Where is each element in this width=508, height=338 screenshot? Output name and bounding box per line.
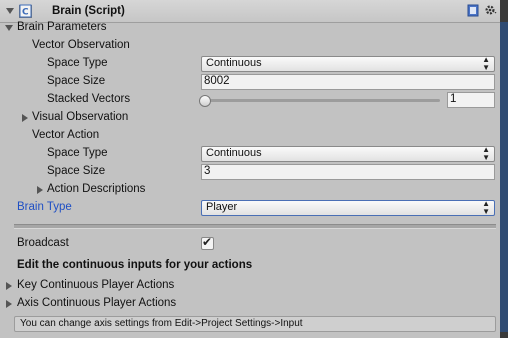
broadcast-row: Broadcast ✔ [0, 235, 500, 253]
expanded-arrow-icon[interactable] [5, 25, 13, 31]
collapsed-arrow-icon[interactable] [22, 114, 28, 122]
visual-observation-foldout[interactable]: Visual Observation [0, 109, 500, 127]
stacked-vectors-label: Stacked Vectors [47, 93, 131, 105]
axis-actions-foldout[interactable]: Axis Continuous Player Actions [0, 295, 500, 313]
action-space-type-row: Space Type Continuous ▲ ▼ [0, 145, 500, 163]
dropdown-arrows-icon: ▲ ▼ [482, 145, 490, 162]
observation-space-type-row: Space Type Continuous ▲ ▼ [0, 55, 500, 73]
scene-edge [500, 22, 508, 332]
observation-space-type-dropdown[interactable]: Continuous ▲ ▼ [201, 56, 495, 72]
gear-icon[interactable] [484, 3, 498, 20]
stacked-vectors-slider-track[interactable] [204, 99, 440, 102]
brain-inspector-panel: C Brain (Script) Brain Parameters Vector… [0, 0, 500, 338]
observation-space-size-row: Space Size 8002 [0, 73, 500, 91]
stacked-vectors-value: 1 [450, 93, 457, 105]
stacked-vectors-field[interactable]: 1 [447, 92, 495, 108]
key-actions-label: Key Continuous Player Actions [17, 279, 175, 291]
broadcast-checkbox[interactable]: ✔ [201, 235, 214, 250]
vector-observation-header: Vector Observation [0, 37, 500, 55]
brain-parameters-foldout[interactable]: Brain Parameters [0, 19, 500, 37]
vector-action-label: Vector Action [32, 129, 100, 141]
action-space-type-value: Continuous [206, 147, 262, 159]
observation-space-type-value: Continuous [206, 57, 262, 69]
visual-observation-label: Visual Observation [32, 111, 129, 123]
action-space-size-value: 3 [204, 165, 211, 177]
vector-action-header: Vector Action [0, 127, 500, 145]
action-space-type-label: Space Type [47, 147, 108, 159]
component-title: Brain (Script) [52, 5, 125, 17]
brain-type-label: Brain Type [17, 201, 72, 213]
broadcast-label: Broadcast [17, 237, 69, 249]
brain-parameters-label: Brain Parameters [17, 21, 107, 33]
observation-space-size-field[interactable]: 8002 [201, 74, 495, 90]
collapsed-arrow-icon[interactable] [6, 300, 12, 308]
stacked-vectors-row: Stacked Vectors 1 [0, 91, 500, 109]
section-divider [14, 224, 496, 229]
observation-space-size-value: 8002 [204, 75, 230, 87]
foldout-arrow-icon[interactable] [6, 8, 14, 14]
axis-settings-help-box: You can change axis settings from Edit->… [14, 316, 496, 332]
observation-space-size-label: Space Size [47, 75, 106, 87]
action-descriptions-label: Action Descriptions [47, 183, 146, 195]
svg-text:C: C [22, 8, 29, 18]
vector-observation-label: Vector Observation [32, 39, 130, 51]
book-icon[interactable] [467, 4, 479, 20]
continuous-inputs-heading-row: Edit the continuous inputs for your acti… [0, 257, 500, 275]
brain-type-row: Brain Type Player ▲ ▼ [0, 199, 500, 217]
action-descriptions-foldout[interactable]: Action Descriptions [0, 181, 500, 199]
collapsed-arrow-icon[interactable] [6, 282, 12, 290]
action-space-size-label: Space Size [47, 165, 106, 177]
stacked-vectors-slider-thumb[interactable] [199, 95, 211, 107]
help-text: You can change axis settings from Edit->… [20, 318, 303, 329]
collapsed-arrow-icon[interactable] [37, 186, 43, 194]
dropdown-arrows-icon: ▲ ▼ [482, 55, 490, 72]
observation-space-type-label: Space Type [47, 57, 108, 69]
action-space-size-field[interactable]: 3 [201, 164, 495, 180]
action-space-type-dropdown[interactable]: Continuous ▲ ▼ [201, 146, 495, 162]
key-actions-foldout[interactable]: Key Continuous Player Actions [0, 277, 500, 295]
checkmark-icon: ✔ [202, 235, 213, 249]
action-space-size-row: Space Size 3 [0, 163, 500, 181]
continuous-inputs-heading: Edit the continuous inputs for your acti… [17, 259, 253, 271]
brain-type-value: Player [206, 201, 238, 213]
brain-type-dropdown[interactable]: Player ▲ ▼ [201, 200, 495, 216]
dropdown-arrows-icon: ▲ ▼ [482, 199, 490, 216]
axis-actions-label: Axis Continuous Player Actions [17, 297, 177, 309]
